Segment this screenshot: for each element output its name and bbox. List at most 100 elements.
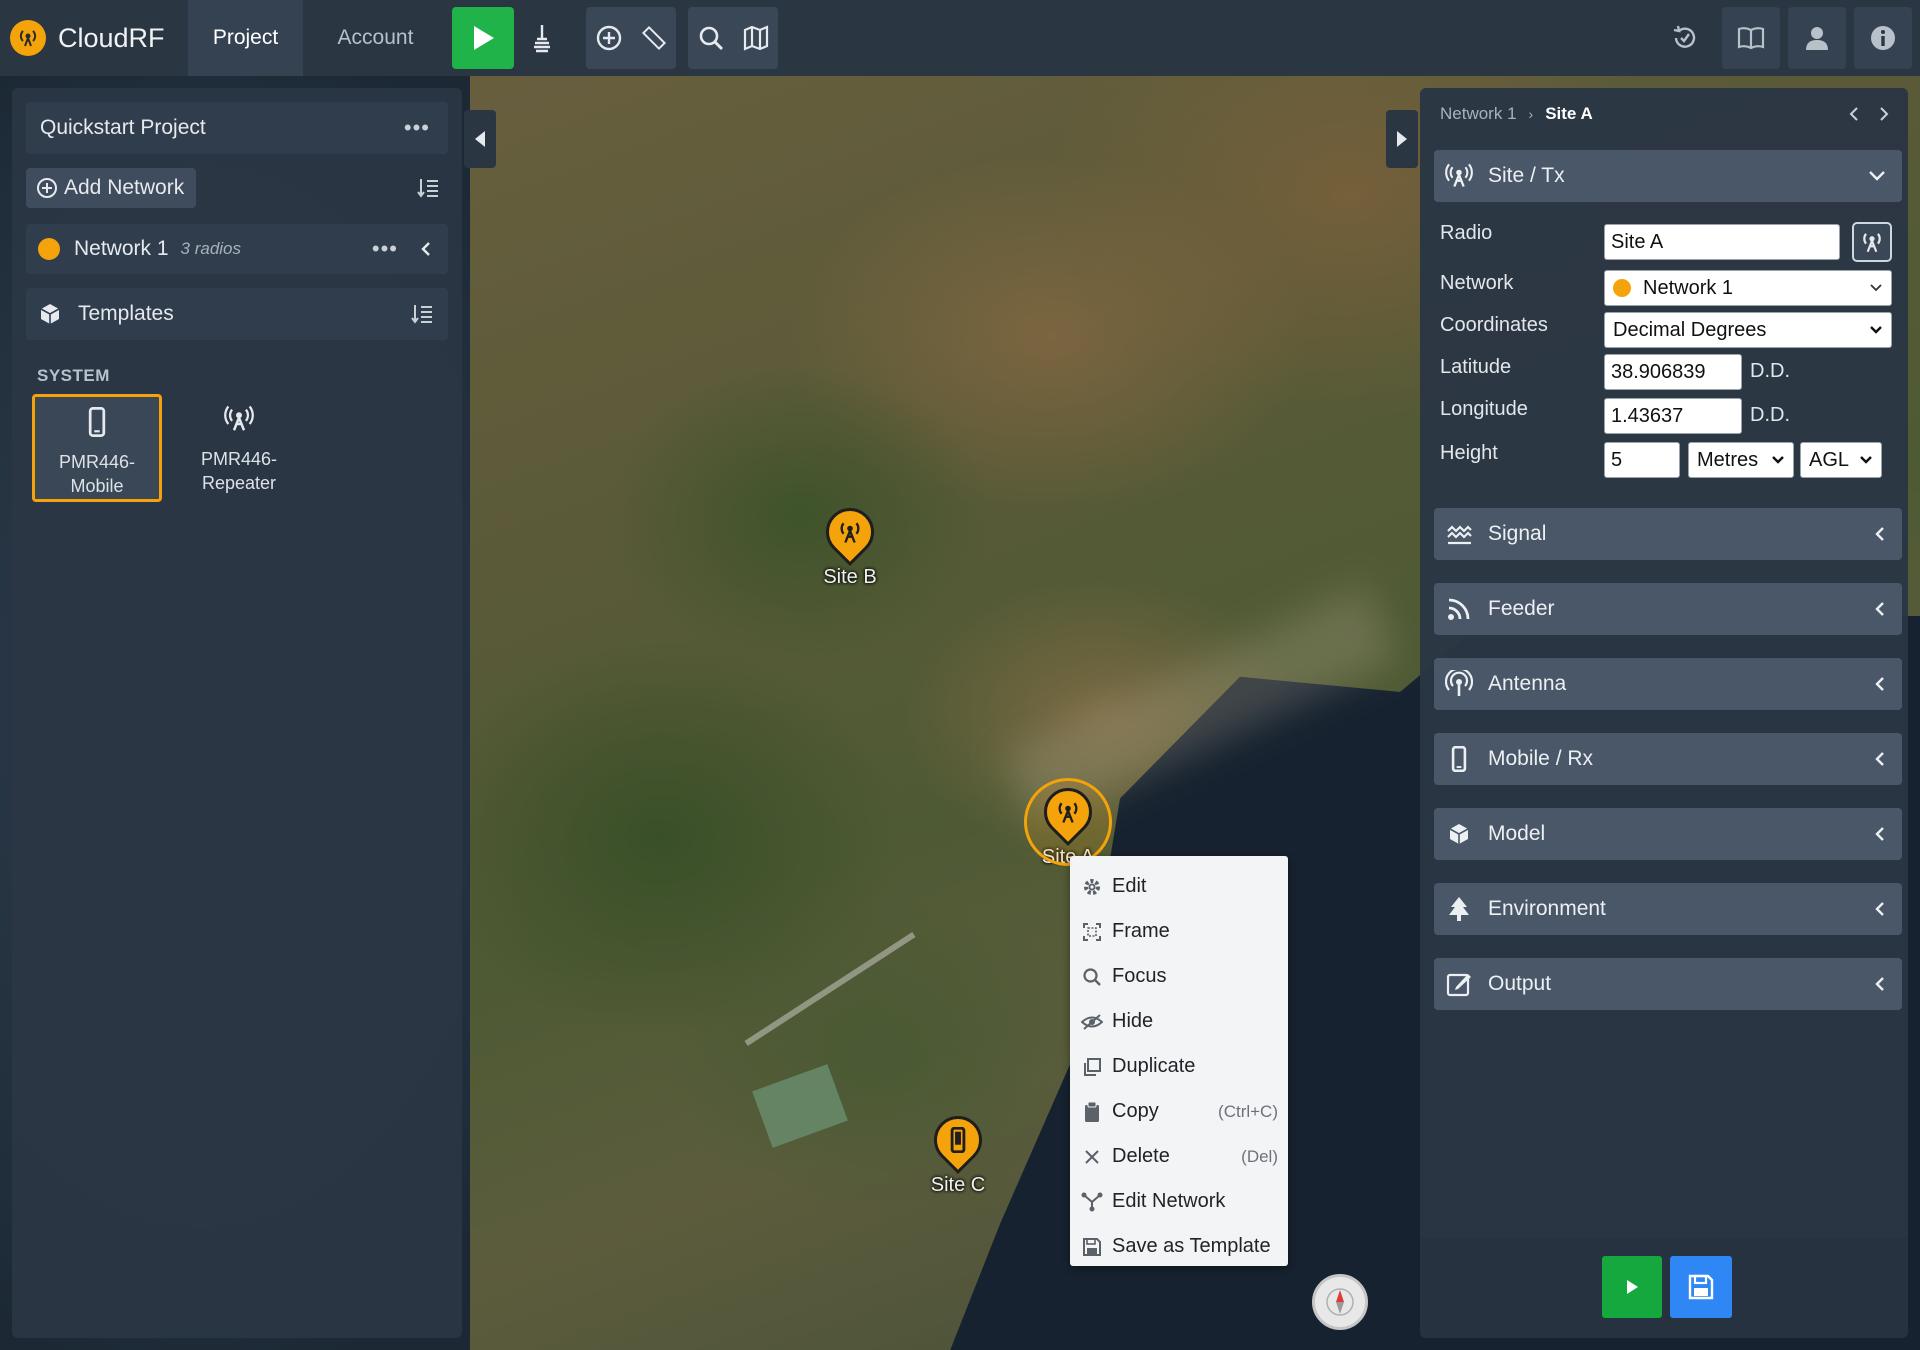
menu-item-focus[interactable]: Focus [1070,954,1288,999]
network-select[interactable]: Network 1 [1604,270,1892,306]
sort-networks-button[interactable] [416,176,440,205]
tool-group-search [688,7,778,69]
brand[interactable]: CloudRF [0,20,188,56]
section-title: Environment [1488,897,1606,920]
template-pmr446-repeater[interactable]: PMR446- Repeater [174,394,304,502]
marker-label: Site B [823,566,877,588]
add-site-button[interactable] [586,7,631,69]
section-model[interactable]: Model [1434,808,1902,860]
history-icon [1673,25,1696,48]
collapse-right-panel-button[interactable] [1386,110,1418,168]
chevron-left-icon [1875,752,1884,766]
search-button[interactable] [688,7,733,69]
menu-item-delete[interactable]: Delete (Del) [1070,1134,1288,1179]
map-marker-site-c[interactable]: Site C [924,1106,992,1197]
ruler-icon [641,25,666,51]
breadcrumb-parent[interactable]: Network 1 [1440,104,1517,124]
tree-icon [1444,896,1474,922]
height-unit-select[interactable]: Metres [1688,442,1794,478]
project-header[interactable]: Quickstart Project ••• [26,102,448,154]
cube-icon [40,304,60,324]
mobile-icon [88,407,106,437]
menu-item-label: Edit [1112,875,1147,897]
height-reference-value: AGL [1809,448,1850,471]
chevron-down-icon [1869,171,1885,181]
menu-item-edit[interactable]: Edit [1070,864,1288,909]
menu-item-edit-network[interactable]: Edit Network [1070,1179,1288,1224]
network-name: Network 1 [74,237,169,260]
section-environment[interactable]: Environment [1434,883,1902,935]
mobile-icon [924,1106,992,1174]
menu-item-copy[interactable]: Copy (Ctrl+C) [1070,1089,1288,1134]
search-icon [1080,967,1104,987]
menu-item-label: Duplicate [1112,1055,1196,1077]
compass-button[interactable] [1312,1274,1368,1330]
tab-account[interactable]: Account [303,0,448,76]
clear-button[interactable] [514,7,574,69]
menu-item-shortcut: (Ctrl+C) [1218,1101,1278,1121]
add-network-button[interactable]: Add Network [26,168,196,208]
duplicate-icon [1080,1057,1104,1077]
gear-icon [1080,877,1104,897]
height-label: Height [1440,442,1498,464]
section-title: Output [1488,972,1552,995]
marker-label: Site C [930,1174,986,1196]
section-signal[interactable]: Signal [1434,508,1902,560]
system-heading: SYSTEM [37,366,110,385]
map-marker-site-b[interactable]: Site B [816,498,884,589]
antenna-icon [1444,162,1474,190]
info-button[interactable] [1854,7,1912,69]
longitude-input[interactable] [1604,398,1742,434]
panel-footer [1420,1238,1908,1338]
height-input[interactable] [1604,442,1680,478]
project-name: Quickstart Project [40,116,206,139]
latitude-input[interactable] [1604,354,1742,390]
docs-button[interactable] [1722,7,1780,69]
menu-item-shortcut: (Del) [1241,1146,1278,1166]
collapse-left-panel-button[interactable] [464,110,496,168]
radio-label: Radio [1440,222,1493,244]
history-button[interactable] [1656,7,1714,69]
run-button[interactable] [452,7,514,69]
save-button[interactable] [1670,1256,1732,1318]
network-menu-button[interactable]: ••• [372,236,398,262]
feed-icon [1444,596,1474,622]
section-output[interactable]: Output [1434,958,1902,1010]
chevron-left-icon[interactable] [1848,106,1860,122]
breadcrumb-nav [1848,106,1890,122]
frame-icon [1080,922,1104,942]
menu-item-hide[interactable]: Hide [1070,999,1288,1044]
menu-item-duplicate[interactable]: Duplicate [1070,1044,1288,1089]
menu-item-frame[interactable]: Frame [1070,909,1288,954]
sort-icon[interactable] [410,302,434,326]
section-antenna[interactable]: Antenna [1434,658,1902,710]
longitude-label: Longitude [1440,398,1528,420]
network-row[interactable]: Network 1 3 radios ••• [26,224,448,274]
menu-item-save-template[interactable]: Save as Template [1070,1224,1288,1269]
section-feeder[interactable]: Feeder [1434,583,1902,635]
height-reference-select[interactable]: AGL [1800,442,1882,478]
menu-item-label: Focus [1112,965,1167,987]
menu-item-label: Hide [1112,1010,1154,1032]
section-mobile-rx[interactable]: Mobile / Rx [1434,733,1902,785]
templates-header[interactable]: Templates [26,288,448,340]
radio-name-input[interactable] [1604,224,1840,260]
coordinates-select[interactable]: Decimal Degrees [1604,312,1892,348]
template-pmr446-mobile[interactable]: PMR446- Mobile [32,394,162,502]
radio-type-button[interactable] [1852,222,1892,262]
menu-item-label: Delete [1112,1145,1170,1167]
run-calculation-button[interactable] [1602,1256,1662,1318]
map-layers-button[interactable] [733,7,778,69]
tab-project[interactable]: Project [188,0,303,76]
chevron-left-icon[interactable] [418,240,434,258]
longitude-unit: D.D. [1750,404,1790,426]
network-color-dot [38,238,60,260]
measure-button[interactable] [631,7,676,69]
user-button[interactable] [1788,7,1846,69]
section-title: Mobile / Rx [1488,747,1594,770]
project-menu-button[interactable]: ••• [404,115,430,141]
network-color-dot [1613,279,1631,297]
latitude-unit: D.D. [1750,360,1790,382]
section-site-tx[interactable]: Site / Tx [1434,150,1902,202]
chevron-right-icon[interactable] [1878,106,1890,122]
